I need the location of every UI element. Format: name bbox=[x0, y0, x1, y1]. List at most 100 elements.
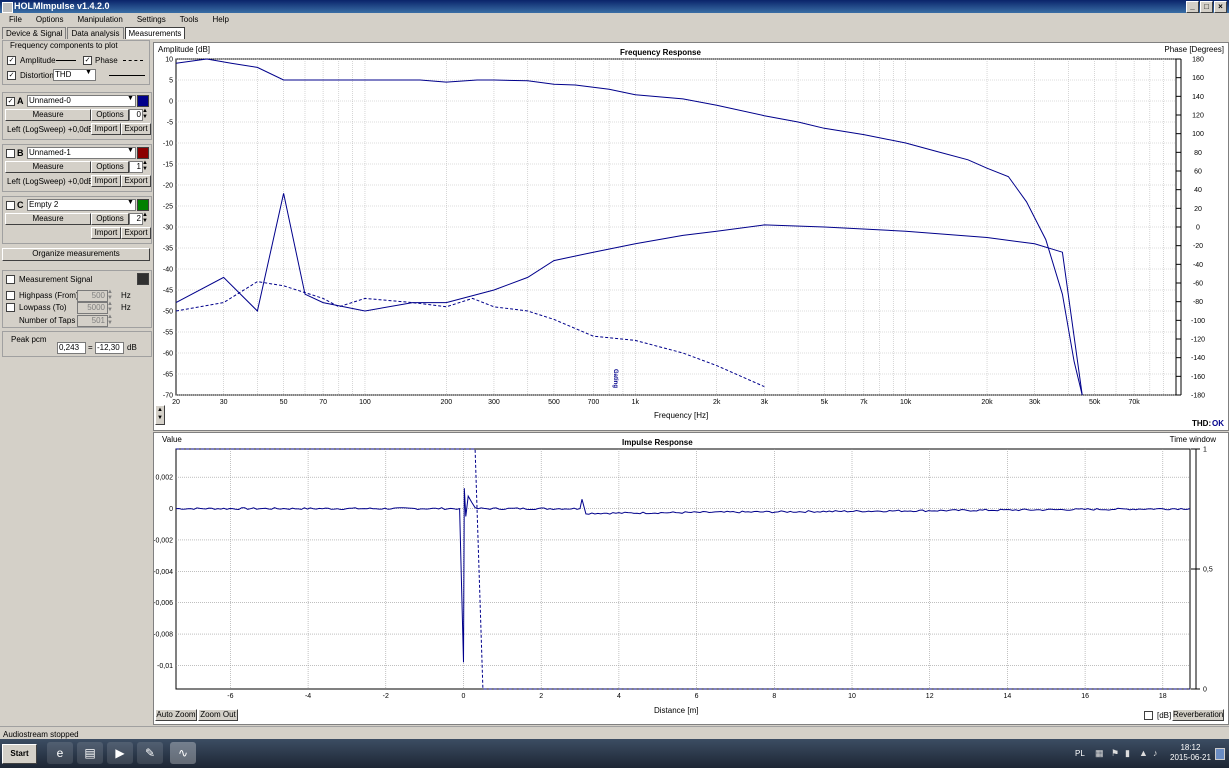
phase-checkbox[interactable]: ✓ bbox=[83, 56, 92, 65]
measurement-a-options-button[interactable]: Options bbox=[91, 109, 129, 121]
measurement-b-info: Left (LogSweep) +0,0dB bbox=[7, 177, 94, 186]
menu-tools[interactable]: Tools bbox=[171, 13, 204, 27]
spinner-arrows-icon[interactable]: ▲ ▼ bbox=[107, 301, 113, 313]
measurement-b-color-swatch[interactable] bbox=[137, 147, 149, 159]
chevron-down-icon[interactable]: ▼ bbox=[127, 147, 134, 154]
auto-zoom-button[interactable]: Auto Zoom bbox=[155, 709, 197, 721]
tab-device-signal[interactable]: Device & Signal bbox=[2, 27, 67, 39]
x-tick-label: 70k bbox=[1128, 399, 1140, 406]
measurement-c-export-button[interactable]: Export bbox=[121, 227, 151, 239]
highpass-input[interactable]: 500 bbox=[77, 290, 108, 302]
thd-status-label: THD: bbox=[1192, 419, 1212, 428]
lowpass-input[interactable]: 5000 bbox=[77, 302, 108, 314]
y2-tick-label: 60 bbox=[1194, 169, 1202, 176]
amplitude-checkbox[interactable]: ✓ bbox=[7, 56, 16, 65]
measurement-signal-checkbox[interactable] bbox=[6, 275, 15, 284]
holmimpulse-task-icon[interactable]: ∿ bbox=[170, 742, 196, 764]
media-player-icon[interactable]: ▶ bbox=[107, 742, 133, 764]
x-tick-label: 30k bbox=[1029, 399, 1041, 406]
group-legend: Frequency components to plot bbox=[9, 41, 119, 50]
measurement-b-checkbox[interactable] bbox=[6, 149, 15, 158]
y-tick-label: 0 bbox=[169, 506, 173, 513]
menu-settings[interactable]: Settings bbox=[128, 13, 171, 27]
spinner-arrows-icon[interactable]: ▲ ▼ bbox=[142, 212, 148, 224]
menu-file[interactable]: File bbox=[0, 13, 27, 27]
x-tick-label: 6 bbox=[695, 693, 699, 700]
chevron-down-icon[interactable]: ▼ bbox=[127, 95, 134, 102]
clock[interactable]: 18:12 2015-06-21 bbox=[1170, 743, 1211, 763]
measurement-a-import-button[interactable]: Import bbox=[91, 123, 121, 135]
y-tick-label: 0,002 bbox=[155, 475, 173, 482]
start-button[interactable]: Start bbox=[2, 744, 37, 764]
y-tick-label: -30 bbox=[163, 225, 173, 232]
phase-axis-label: Phase [Degrees] bbox=[1164, 45, 1224, 54]
chevron-down-icon[interactable]: ▼ bbox=[127, 199, 134, 206]
highpass-checkbox[interactable] bbox=[6, 291, 15, 300]
menu-help[interactable]: Help bbox=[203, 13, 233, 27]
peak-db-unit: dB bbox=[127, 343, 137, 352]
reverberation-button[interactable]: Reverberation bbox=[1172, 709, 1224, 721]
impulse-response-chart[interactable]: -6 -4 -2 0 2 4 6 8 10 12 14 16 18 0,002 0 -0,002 -0,004-… bbox=[153, 432, 1229, 725]
measurement-a-select[interactable]: Unnamed-0 bbox=[27, 95, 136, 107]
maximize-button[interactable]: □ bbox=[1200, 1, 1213, 13]
show-desktop-icon[interactable] bbox=[1215, 748, 1225, 760]
minimize-button[interactable]: _ bbox=[1186, 1, 1199, 13]
measurement-c-import-button[interactable]: Import bbox=[91, 227, 121, 239]
measurement-b-import-button[interactable]: Import bbox=[91, 175, 121, 187]
db-label: [dB] bbox=[1157, 711, 1172, 720]
measurement-a-group: ✓ A Unnamed-0 ▼ Measure Options 0 ▲ ▼ Lef… bbox=[2, 92, 152, 140]
measurement-a-checkbox[interactable]: ✓ bbox=[6, 97, 15, 106]
measurement-b-export-button[interactable]: Export bbox=[121, 175, 151, 187]
measurement-c-spinner[interactable]: 2 bbox=[129, 213, 143, 225]
measurement-a-color-swatch[interactable] bbox=[137, 95, 149, 107]
measurement-b-measure-button[interactable]: Measure bbox=[5, 161, 91, 173]
measurement-c-select[interactable]: Empty 2 bbox=[27, 199, 136, 211]
measurement-a-measure-button[interactable]: Measure bbox=[5, 109, 91, 121]
x-tick-label: 10 bbox=[848, 693, 856, 700]
distortion-label: Distortion bbox=[20, 71, 54, 80]
menu-manipulation[interactable]: Manipulation bbox=[68, 13, 127, 27]
organize-measurements-button[interactable]: Organize measurements bbox=[2, 248, 150, 261]
y2-tick-label: 80 bbox=[1194, 150, 1202, 157]
frequency-response-chart[interactable]: 10 5 0 -5 -10 -15 -20 -25 -30 -35 -40 -45 -50 -55 -60-… bbox=[153, 42, 1229, 431]
measurement-b-options-button[interactable]: Options bbox=[91, 161, 129, 173]
battery-icon[interactable]: ▮ bbox=[1125, 748, 1135, 758]
y2-tick-label: -160 bbox=[1191, 374, 1205, 381]
tab-measurements[interactable]: Measurements bbox=[124, 27, 186, 39]
paint-icon[interactable]: ✎ bbox=[137, 742, 163, 764]
scroll-arrows-icon[interactable]: ▲ ▼ bbox=[155, 405, 165, 425]
lowpass-checkbox[interactable] bbox=[6, 303, 15, 312]
measurement-b-select[interactable]: Unnamed-1 bbox=[27, 147, 136, 159]
spinner-arrows-icon[interactable]: ▲ ▼ bbox=[142, 160, 148, 172]
spinner-arrows-icon[interactable]: ▲ ▼ bbox=[142, 108, 148, 120]
frequency-response-plot[interactable]: 1050-5-10-15-20-25-30-35-40-45-50-55-60-… bbox=[154, 43, 1228, 430]
measurement-c-color-swatch[interactable] bbox=[137, 199, 149, 211]
menu-options[interactable]: Options bbox=[27, 13, 69, 27]
measurement-c-checkbox[interactable] bbox=[6, 201, 15, 210]
distortion-checkbox[interactable]: ✓ bbox=[7, 71, 16, 80]
flag-icon[interactable]: ⚑ bbox=[1111, 748, 1121, 758]
taps-input[interactable]: 501 bbox=[77, 315, 108, 327]
tab-data-analysis[interactable]: Data analysis bbox=[67, 27, 124, 39]
chevron-down-icon[interactable]: ▼ bbox=[85, 69, 92, 76]
db-checkbox[interactable] bbox=[1144, 711, 1153, 720]
spinner-arrows-icon[interactable]: ▲ ▼ bbox=[107, 289, 113, 301]
measurement-a-export-button[interactable]: Export bbox=[121, 123, 151, 135]
tray-language[interactable]: PL bbox=[1075, 749, 1085, 758]
measurement-b-spinner[interactable]: 1 bbox=[129, 161, 143, 173]
zoom-out-button[interactable]: Zoom Out bbox=[198, 709, 238, 721]
keyboard-icon[interactable]: ▦ bbox=[1095, 748, 1105, 758]
x-tick-label: 20k bbox=[981, 399, 993, 406]
measurement-a-spinner[interactable]: 0 bbox=[129, 109, 143, 121]
network-icon[interactable]: ▲ bbox=[1139, 748, 1149, 758]
impulse-response-plot[interactable]: -6 -4 -2 0 2 4 6 8 10 12 14 16 180,0020-0,002-0,004-… bbox=[154, 433, 1228, 724]
spinner-arrows-icon[interactable]: ▲ ▼ bbox=[107, 314, 113, 326]
close-button[interactable]: × bbox=[1214, 1, 1227, 13]
signal-color-swatch[interactable] bbox=[137, 273, 149, 285]
y-tick-label: -25 bbox=[163, 204, 173, 211]
volume-icon[interactable]: ♪ bbox=[1153, 748, 1163, 758]
browser-icon[interactable]: e bbox=[47, 742, 73, 764]
measurement-c-options-button[interactable]: Options bbox=[91, 213, 129, 225]
measurement-c-measure-button[interactable]: Measure bbox=[5, 213, 91, 225]
folder-icon[interactable]: ▤ bbox=[77, 742, 103, 764]
